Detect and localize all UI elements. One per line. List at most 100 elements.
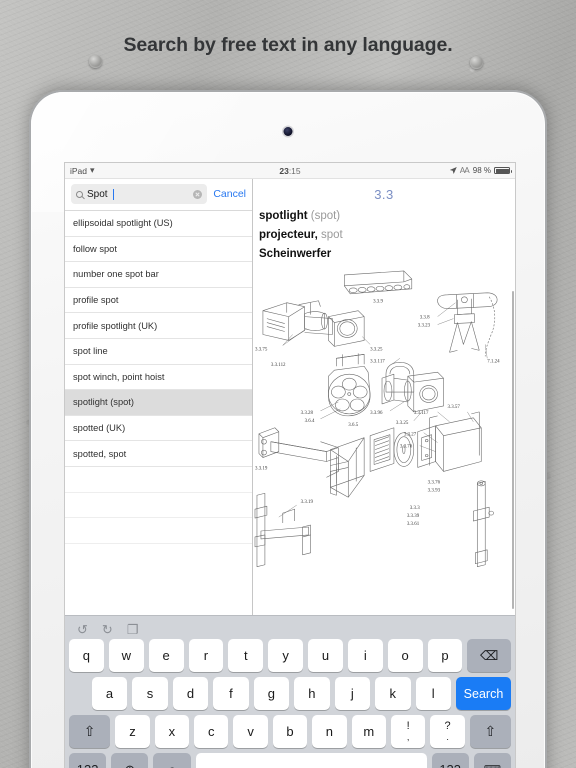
- key-w[interactable]: w: [108, 639, 144, 672]
- redo-icon[interactable]: ↻: [102, 623, 113, 636]
- svg-text:3.3.117: 3.3.117: [414, 411, 429, 416]
- key-i[interactable]: i: [347, 639, 383, 672]
- technical-diagram: 3.3.9 3.3.75 3.3.112 3.3.25 3.3.8 3.3.23…: [253, 267, 515, 615]
- bolt-decoration-right: [470, 56, 483, 69]
- dismiss-keyboard-icon[interactable]: ⌨: [473, 753, 512, 768]
- exclamation-comma-key-lower: ,: [406, 732, 410, 742]
- result-filler-row: [65, 467, 252, 493]
- page-scrollbar[interactable]: [511, 291, 514, 609]
- key-y[interactable]: y: [268, 639, 304, 672]
- shift-key-left[interactable]: ⇧: [68, 715, 111, 748]
- search-result-item[interactable]: profile spotlight (UK): [65, 313, 252, 339]
- key-s[interactable]: s: [132, 677, 168, 710]
- undo-icon[interactable]: ↺: [77, 623, 88, 636]
- dictionary-detail-pane: 3.3 spotlight (spot) projecteur, spot Sche…: [253, 179, 515, 615]
- search-results-list[interactable]: ellipsoidal spotlight (US) follow spot num…: [65, 211, 252, 615]
- ipad-screen: iPad ▾ 23:15 Ꜳ 98 % Spot Cancel ellipsoi…: [64, 162, 516, 768]
- numbers-key-right[interactable]: 123: [431, 753, 469, 768]
- question-period-key-lower: .: [446, 732, 449, 742]
- key-d[interactable]: d: [172, 677, 209, 710]
- svg-text:3.6.4: 3.6.4: [305, 419, 315, 424]
- status-bar-right: Ꜳ 98 %: [449, 166, 512, 175]
- search-key[interactable]: Search: [455, 677, 511, 710]
- keyboard-row-2: a s d f g h j k l Search: [69, 677, 511, 710]
- svg-text:3.3.39: 3.3.39: [407, 514, 420, 519]
- key-t[interactable]: t: [228, 639, 264, 672]
- location-arrow-icon: [449, 167, 457, 174]
- search-result-item[interactable]: ellipsoidal spotlight (US): [65, 211, 252, 237]
- dictionary-entries: spotlight (spot) projecteur, spot Scheinwe…: [253, 208, 515, 267]
- search-pane: Spot Cancel ellipsoidal spotlight (US) fo…: [65, 179, 253, 615]
- svg-text:3.3.75: 3.3.75: [255, 347, 268, 352]
- exclamation-comma-key[interactable]: !,: [390, 715, 426, 748]
- entry-term: projecteur,: [259, 229, 318, 241]
- key-n[interactable]: n: [312, 715, 347, 748]
- svg-text:3.3.23: 3.3.23: [418, 324, 431, 329]
- page-headline: Search by free text in any language.: [123, 34, 453, 56]
- numbers-key-left[interactable]: 123: [69, 753, 107, 768]
- search-input[interactable]: Spot: [71, 184, 208, 204]
- keyboard-toolbar: ↺ ↻ ❐: [69, 619, 511, 639]
- key-p[interactable]: p: [427, 639, 463, 672]
- page-number: 3.3: [374, 187, 394, 202]
- key-a[interactable]: a: [91, 677, 128, 710]
- microphone-icon[interactable]: ƨ: [153, 753, 191, 768]
- diagram-svg: 3.3.9 3.3.75 3.3.112 3.3.25 3.3.8 3.3.23…: [254, 270, 500, 568]
- dictionary-entry: projecteur, spot: [259, 229, 515, 241]
- key-r[interactable]: r: [188, 639, 224, 672]
- status-bar-clock: 23:15: [65, 166, 515, 176]
- svg-text:3.3.3: 3.3.3: [410, 506, 420, 511]
- search-result-item[interactable]: spot winch, point hoist: [65, 365, 252, 391]
- cancel-button[interactable]: Cancel: [213, 188, 246, 200]
- key-l[interactable]: l: [415, 677, 451, 710]
- key-o[interactable]: o: [387, 639, 423, 672]
- key-b[interactable]: b: [272, 715, 308, 748]
- question-period-key-upper: ?: [444, 720, 451, 732]
- search-result-item[interactable]: profile spot: [65, 288, 252, 314]
- paste-icon[interactable]: ❐: [127, 623, 139, 636]
- backspace-key[interactable]: ⌫: [467, 639, 511, 672]
- key-z[interactable]: z: [115, 715, 150, 748]
- keyboard-row-4: 123 ⊕ ƨ 123 ⌨: [69, 753, 512, 768]
- search-result-item[interactable]: number one spot bar: [65, 262, 252, 288]
- search-bar: Spot Cancel: [65, 179, 252, 211]
- svg-text:3.3.19: 3.3.19: [301, 500, 314, 505]
- front-camera: [283, 127, 293, 136]
- search-result-item[interactable]: spot line: [65, 339, 252, 365]
- search-icon: [76, 190, 83, 198]
- key-h[interactable]: h: [294, 677, 330, 710]
- key-k[interactable]: k: [375, 677, 411, 710]
- svg-text:3.3.93: 3.3.93: [428, 488, 441, 493]
- key-u[interactable]: u: [308, 639, 343, 672]
- key-m[interactable]: m: [351, 715, 386, 748]
- clock-minutes: :15: [288, 165, 301, 176]
- key-q[interactable]: q: [69, 639, 104, 672]
- svg-text:3.3.61: 3.3.61: [407, 522, 420, 527]
- globe-icon[interactable]: ⊕: [111, 753, 149, 768]
- clear-icon[interactable]: [193, 189, 203, 199]
- svg-text:3.3.9: 3.3.9: [373, 300, 383, 305]
- battery-percent-label: 98 %: [472, 166, 491, 175]
- bolt-decoration-left: [89, 55, 102, 68]
- question-period-key[interactable]: ?.: [430, 715, 465, 748]
- key-g[interactable]: g: [253, 677, 290, 710]
- search-result-item[interactable]: spotted (UK): [65, 416, 252, 442]
- result-filler-row: [65, 493, 252, 519]
- shift-key-right[interactable]: ⇧: [469, 715, 512, 748]
- svg-text:3.3.112: 3.3.112: [271, 363, 286, 368]
- on-screen-keyboard: ↺ ↻ ❐ q w e r t y u i o p ⌫ a s d f g h j k l Search ⇧ z x c v b…: [65, 615, 515, 768]
- keyboard-row-2-pad: [69, 677, 87, 710]
- key-v[interactable]: v: [233, 715, 268, 748]
- svg-text:3.3.76: 3.3.76: [400, 445, 413, 450]
- key-e[interactable]: e: [148, 639, 184, 672]
- key-x[interactable]: x: [154, 715, 190, 748]
- search-result-item[interactable]: follow spot: [65, 237, 252, 263]
- search-result-item[interactable]: spotlight (spot): [65, 390, 252, 416]
- screen-body: Spot Cancel ellipsoidal spotlight (US) fo…: [65, 179, 515, 615]
- space-key[interactable]: [195, 753, 427, 768]
- search-result-item[interactable]: spotted, spot: [65, 441, 252, 467]
- key-c[interactable]: c: [194, 715, 229, 748]
- key-f[interactable]: f: [213, 677, 249, 710]
- clock-hours: 23: [279, 165, 289, 176]
- key-j[interactable]: j: [334, 677, 371, 710]
